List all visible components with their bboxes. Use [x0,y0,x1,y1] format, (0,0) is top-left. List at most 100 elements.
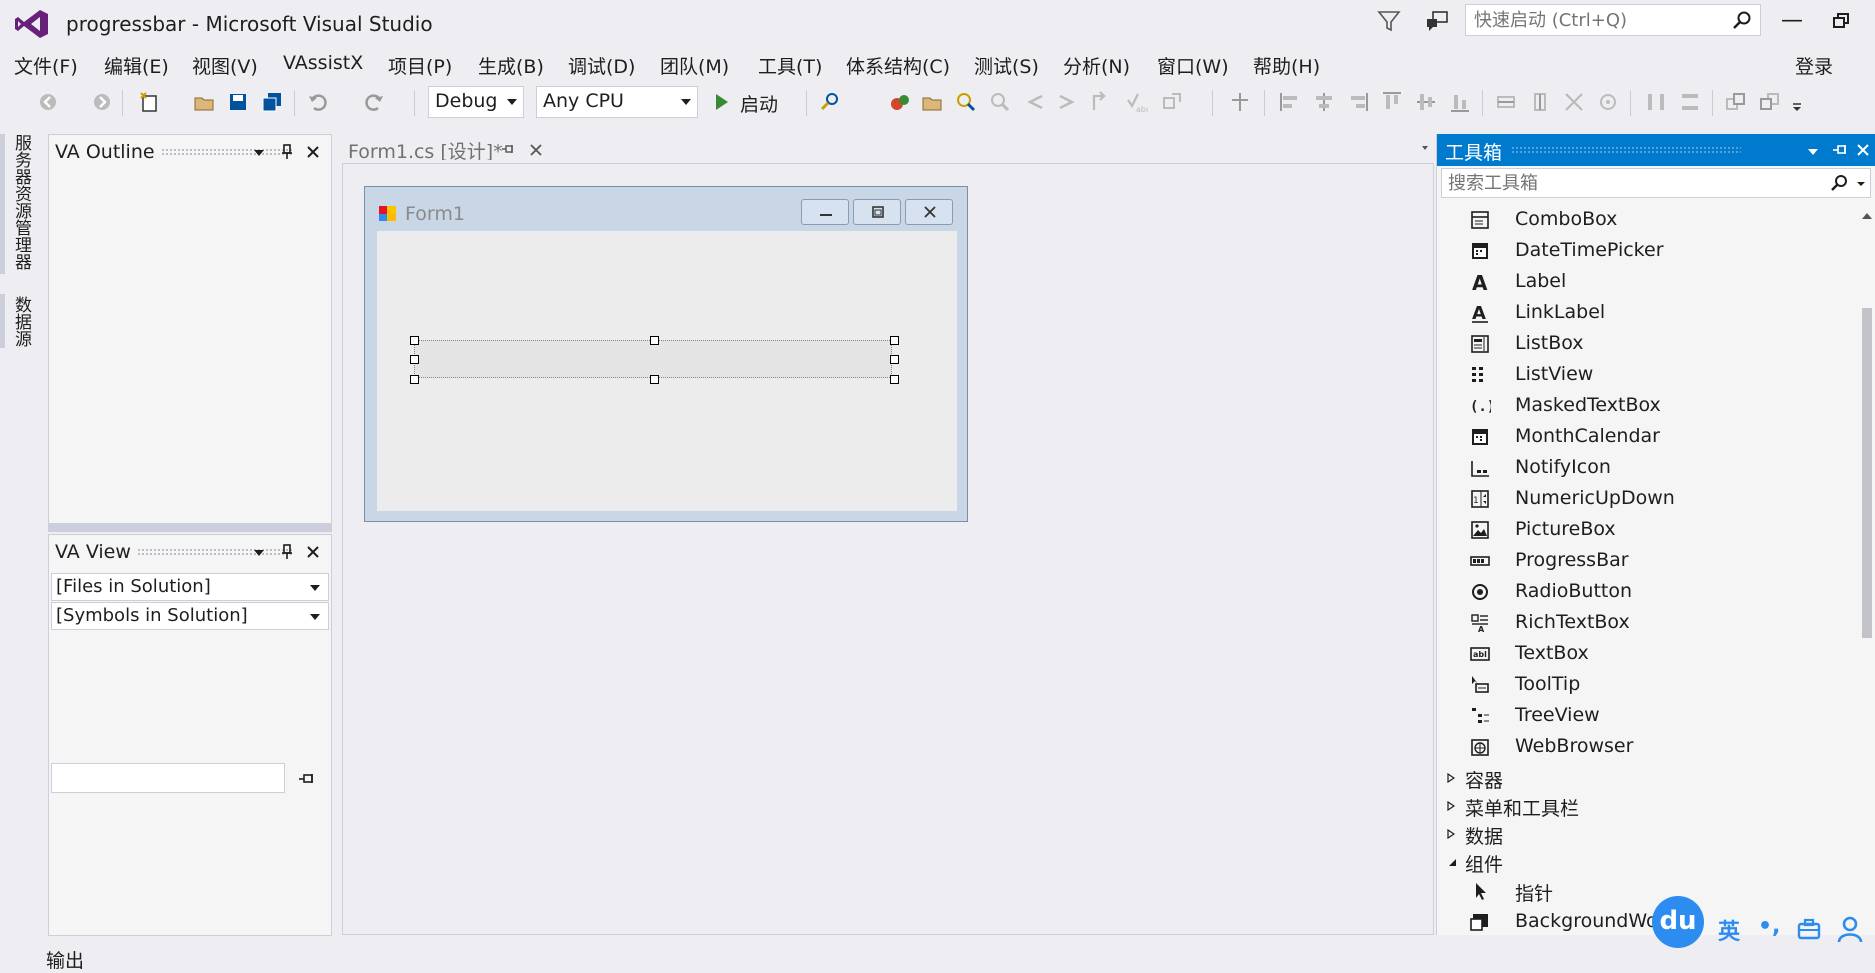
panel-menu-icon[interactable] [253,544,265,560]
symbols-in-solution-select[interactable]: [Symbols in Solution] [51,602,329,630]
feedback-icon[interactable] [1424,8,1450,34]
toolbox-scrollbar-thumb[interactable] [1862,308,1872,638]
solution-platform-select[interactable]: Any CPU [536,86,698,118]
toolbox-item-radiobutton[interactable]: RadioButton [1437,577,1857,608]
align-middles-icon[interactable] [1414,90,1438,114]
resize-handle[interactable] [890,355,899,364]
toolbox-item-treeview[interactable]: TreeView [1437,701,1857,732]
align-tops-icon[interactable] [1380,90,1404,114]
resize-handle[interactable] [650,336,659,345]
navigate-forward-alt-icon[interactable] [1056,90,1080,114]
toolbox-search-box[interactable] [1441,168,1871,198]
menu-edit[interactable]: 编辑(E) [104,52,169,79]
toolbox-search-input[interactable] [1442,169,1828,197]
undo-icon[interactable] [306,90,330,114]
start-debug-icon[interactable] [712,90,732,114]
align-to-grid-icon[interactable] [1228,90,1252,114]
navigate-back-alt-icon[interactable] [1022,90,1046,114]
data-sources-tab[interactable]: 数据源 [11,296,34,347]
resize-handle[interactable] [890,336,899,345]
server-explorer-tab[interactable]: 服务器资源管理器 [11,134,34,270]
go-to-definition-icon[interactable] [1090,90,1114,114]
panel-splitter[interactable] [48,524,332,532]
align-lefts-icon[interactable] [1278,90,1302,114]
save-all-icon[interactable] [260,90,284,114]
close-icon[interactable] [305,144,321,160]
toolbox-briefcase-icon[interactable] [1796,916,1822,942]
scroll-up-icon[interactable] [1860,210,1874,222]
toolbox-item-maskedtextbox[interactable]: (.)- MaskedTextBox [1437,391,1857,422]
panel-menu-icon[interactable] [253,144,265,160]
ime-punctuation-toggle[interactable]: •, [1758,914,1780,939]
toolbox-category-components[interactable]: 组件 [1437,848,1857,876]
resize-handle[interactable] [890,375,899,384]
toolbox-category-data[interactable]: 数据 [1437,820,1857,848]
solution-configuration-select[interactable]: Debug [428,86,524,118]
toolbox-item-notifyicon[interactable]: NotifyIcon [1437,453,1857,484]
menu-test[interactable]: 测试(S) [974,52,1039,79]
baidu-ime-badge[interactable]: du [1652,896,1704,948]
align-bottoms-icon[interactable] [1448,90,1472,114]
new-project-icon[interactable] [138,90,162,114]
panel-grip[interactable] [1511,146,1741,154]
menu-build[interactable]: 生成(B) [478,52,544,79]
panel-grip[interactable] [137,548,293,556]
toolbox-item-monthcalendar[interactable]: MonthCalendar [1437,422,1857,453]
save-icon[interactable] [226,90,250,114]
menu-help[interactable]: 帮助(H) [1253,52,1320,79]
menu-architecture[interactable]: 体系结构(C) [846,52,950,79]
make-same-width-icon[interactable] [1494,90,1518,114]
open-folder-icon[interactable] [920,90,944,114]
horizontal-spacing-icon[interactable] [1644,90,1668,114]
menu-tools[interactable]: 工具(T) [758,52,822,79]
menu-file[interactable]: 文件(F) [14,52,78,79]
va-view-filter-input[interactable] [51,763,285,793]
resize-handle[interactable] [410,336,419,345]
pin-horizontal-icon[interactable] [297,771,317,787]
user-icon[interactable] [1836,914,1864,944]
send-to-back-icon[interactable] [1758,90,1782,114]
start-button[interactable]: 启动 [740,90,778,117]
toolbar-overflow-icon[interactable] [1790,90,1804,114]
menu-window[interactable]: 窗口(W) [1157,52,1229,79]
form-close-button[interactable] [905,199,953,225]
form-maximize-button[interactable] [853,199,901,225]
toolbox-item-label[interactable]: A Label [1437,267,1857,298]
files-in-solution-select[interactable]: [Files in Solution] [51,573,329,601]
pin-icon[interactable] [279,544,295,560]
toolbox-category-menus-toolbars[interactable]: 菜单和工具栏 [1437,792,1857,820]
notifications-filter-icon[interactable] [1376,8,1402,34]
menu-debug[interactable]: 调试(D) [568,52,635,79]
toolbox-category-containers[interactable]: 容器 [1437,764,1857,792]
vertical-spacing-icon[interactable] [1678,90,1702,114]
toolbox-item-datetimepicker[interactable]: DateTimePicker [1437,236,1857,267]
close-icon[interactable] [305,544,321,560]
tab-overflow-icon[interactable] [1420,142,1430,152]
find-in-files-icon[interactable] [818,90,842,114]
menu-team[interactable]: 团队(M) [660,52,729,79]
resize-handle[interactable] [650,375,659,384]
refactor-icon[interactable] [1160,90,1184,114]
panel-menu-icon[interactable] [1807,143,1819,159]
toolbox-item-linklabel[interactable]: A LinkLabel [1437,298,1857,329]
pin-icon[interactable] [1831,142,1849,158]
navigate-back-icon[interactable] [36,90,60,114]
size-to-grid-icon[interactable] [1596,90,1620,114]
toolbox-item-pointer[interactable]: 指针 [1437,876,1857,907]
quick-find-icon[interactable] [988,90,1012,114]
progressbar-control[interactable] [414,340,892,378]
quick-launch-input[interactable] [1466,5,1724,35]
toolbox-item-listbox[interactable]: ListBox [1437,329,1857,360]
form-minimize-button[interactable] [801,199,849,225]
toolbox-item-picturebox[interactable]: PictureBox [1437,515,1857,546]
output-tab[interactable]: 输出 [46,946,84,973]
toolbox-item-webbrowser[interactable]: WebBrowser [1437,732,1857,763]
restore-button[interactable] [1830,6,1854,36]
make-same-size-icon[interactable] [1562,90,1586,114]
resize-handle[interactable] [410,355,419,364]
find-symbol-icon[interactable] [954,90,978,114]
close-tab-icon[interactable] [528,142,544,158]
browser-link-icon[interactable] [888,90,912,114]
toolbox-item-progressbar[interactable]: ProgressBar [1437,546,1857,577]
toolbox-item-textbox[interactable]: abl TextBox [1437,639,1857,670]
